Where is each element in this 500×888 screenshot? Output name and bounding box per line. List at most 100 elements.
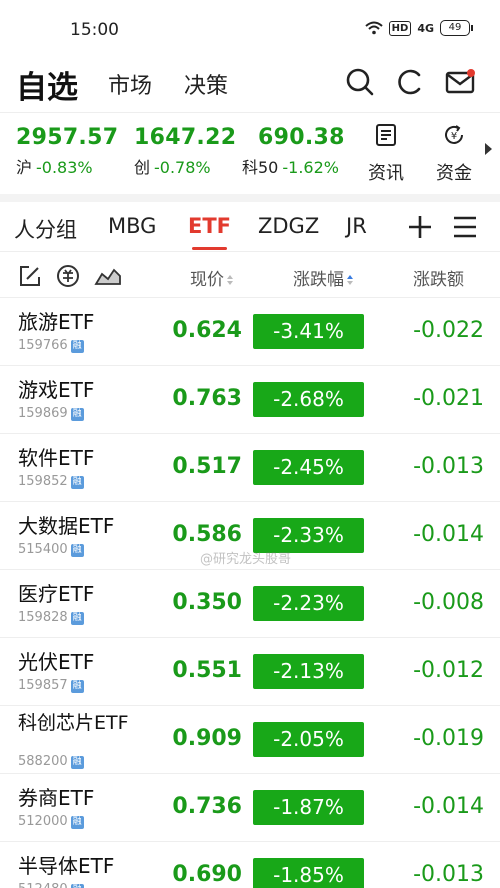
mail-icon[interactable] xyxy=(444,66,476,98)
menu-icon[interactable] xyxy=(452,214,478,240)
tab-jr[interactable]: JR xyxy=(346,214,367,238)
column-headers: 现价 涨跌幅 涨跌额 xyxy=(0,252,500,298)
index-value: 690.38 xyxy=(258,125,345,150)
col-pct[interactable]: 涨跌幅 xyxy=(293,265,354,290)
etf-price: 0.690 xyxy=(172,862,242,887)
etf-code: 515400 xyxy=(18,542,68,557)
margin-badge: 融 xyxy=(70,408,84,421)
etf-price: 0.586 xyxy=(172,522,242,547)
etf-code-line: 159869 融 xyxy=(18,406,84,421)
margin-badge: 融 xyxy=(70,544,84,557)
status-bar: 15:00 HD 4G 49 xyxy=(0,0,500,62)
etf-name: 软件ETF xyxy=(18,446,95,470)
table-row[interactable]: 游戏ETF 159869 融 0.763 -2.68% -0.021 xyxy=(0,366,500,434)
etf-code-line: 512000 融 xyxy=(18,814,84,829)
table-row[interactable]: 券商ETF 512000 融 0.736 -1.87% -0.014 xyxy=(0,774,500,842)
etf-name: 券商ETF xyxy=(18,786,95,810)
etf-change: -0.008 xyxy=(413,590,484,615)
chart-icon[interactable] xyxy=(94,264,122,288)
etf-pct-change: -2.13% xyxy=(253,654,364,689)
index-change: -0.78% xyxy=(154,158,211,177)
etf-name: 旅游ETF xyxy=(18,310,95,334)
etf-code-line: 512480融 xyxy=(18,882,84,888)
news-label: 资讯 xyxy=(368,163,404,184)
etf-change: -0.019 xyxy=(413,726,484,751)
etf-list: 旅游ETF 159766 融 0.624 -3.41% -0.022 游戏ETF … xyxy=(0,298,500,888)
wifi-icon xyxy=(364,21,383,35)
signal-icon: 4G xyxy=(417,21,434,35)
table-row[interactable]: 软件ETF 159852 融 0.517 -2.45% -0.013 xyxy=(0,434,500,502)
etf-pct-change: -2.68% xyxy=(253,382,364,417)
etf-change: -0.013 xyxy=(413,454,484,479)
table-row[interactable]: 科创芯片ETF 588200 融 0.909 -2.05% -0.019 xyxy=(0,706,500,774)
index-kc50[interactable]: 690.38 科50 -1.62% xyxy=(242,125,345,178)
status-icons: HD 4G 49 xyxy=(364,20,473,36)
etf-code-line: 159857 融 xyxy=(18,678,84,693)
etf-code: 512480 xyxy=(18,882,68,888)
etf-code-line: 159766 融 xyxy=(18,338,84,353)
etf-code-line: 159828 融 xyxy=(18,610,84,625)
etf-price: 0.909 xyxy=(172,726,242,751)
index-bar: 2957.57 沪 -0.83% 1647.22 创 -0.78% 690.38 科… xyxy=(0,112,500,192)
etf-change: -0.012 xyxy=(413,658,484,683)
nav-tab-watchlist[interactable]: 自选 xyxy=(16,62,78,107)
index-value: 1647.22 xyxy=(134,125,237,150)
etf-name: 半导体ETF xyxy=(18,854,115,878)
table-row[interactable]: 医疗ETF 159828 融 0.350 -2.23% -0.008 xyxy=(0,570,500,638)
news-button[interactable]: 资讯 xyxy=(362,123,410,185)
margin-badge: 融 xyxy=(70,884,84,888)
index-name: 沪 xyxy=(16,158,33,177)
battery-icon: 49 xyxy=(440,20,473,36)
etf-pct-change: -3.41% xyxy=(253,314,364,349)
tab-etf[interactable]: ETF xyxy=(188,214,231,250)
more-arrow-icon[interactable] xyxy=(485,143,492,155)
etf-pct-change: -2.23% xyxy=(253,586,364,621)
tab-group[interactable]: 人分组 xyxy=(14,214,77,244)
index-cy[interactable]: 1647.22 创 -0.78% xyxy=(134,125,236,178)
tab-mbg[interactable]: MBG xyxy=(108,214,156,238)
margin-badge: 融 xyxy=(70,476,84,489)
col-pct-label: 涨跌幅 xyxy=(293,270,344,290)
etf-code: 588200 xyxy=(18,754,68,769)
table-row[interactable]: 半导体ETF 512480融 0.690 -1.85% -0.013 xyxy=(0,842,500,888)
etf-change: -0.014 xyxy=(413,794,484,819)
funds-button[interactable]: ¥ 资金 xyxy=(430,123,478,185)
news-icon xyxy=(376,124,396,146)
nav-tab-decision[interactable]: 决策 xyxy=(184,68,228,100)
etf-code: 159766 xyxy=(18,338,68,353)
index-sh[interactable]: 2957.57 沪 -0.83% xyxy=(16,125,118,178)
etf-name: 游戏ETF xyxy=(18,378,95,402)
etf-change: -0.013 xyxy=(413,862,484,887)
etf-code: 159828 xyxy=(18,610,68,625)
etf-price: 0.624 xyxy=(172,318,242,343)
etf-pct-change: -1.85% xyxy=(253,858,364,888)
col-price[interactable]: 现价 xyxy=(190,265,234,290)
etf-pct-change: -1.87% xyxy=(253,790,364,825)
currency-icon[interactable] xyxy=(56,264,80,288)
etf-price: 0.736 xyxy=(172,794,242,819)
etf-code-line: 588200 融 xyxy=(18,754,84,769)
refresh-icon[interactable] xyxy=(394,66,426,98)
etf-price: 0.763 xyxy=(172,386,242,411)
etf-price: 0.517 xyxy=(172,454,242,479)
margin-badge: 融 xyxy=(70,816,84,829)
etf-name: 大数据ETF xyxy=(18,514,115,538)
etf-name: 医疗ETF xyxy=(18,582,95,606)
tab-zdgz[interactable]: ZDGZ xyxy=(258,214,319,238)
etf-code: 159869 xyxy=(18,406,68,421)
etf-change: -0.014 xyxy=(413,522,484,547)
col-chg[interactable]: 涨跌额 xyxy=(413,265,464,290)
group-tabs: 人分组 MBG ETF ZDGZ JR xyxy=(0,202,500,252)
edit-icon[interactable] xyxy=(18,264,42,288)
table-row[interactable]: 光伏ETF 159857 融 0.551 -2.13% -0.012 xyxy=(0,638,500,706)
add-icon[interactable] xyxy=(405,212,435,242)
search-icon[interactable] xyxy=(344,66,376,98)
nav-tab-market[interactable]: 市场 xyxy=(108,68,152,100)
table-row[interactable]: 旅游ETF 159766 融 0.624 -3.41% -0.022 xyxy=(0,298,500,366)
col-price-label: 现价 xyxy=(190,270,224,290)
etf-change: -0.021 xyxy=(413,386,484,411)
etf-pct-change: -2.45% xyxy=(253,450,364,485)
etf-price: 0.551 xyxy=(172,658,242,683)
etf-name: 光伏ETF xyxy=(18,650,95,674)
etf-code: 159857 xyxy=(18,678,68,693)
